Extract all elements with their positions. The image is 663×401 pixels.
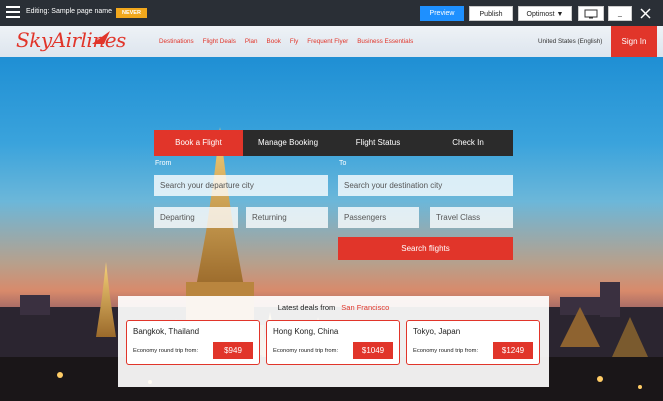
- deal-price[interactable]: $1049: [353, 342, 393, 359]
- nav-flight-deals[interactable]: Flight Deals: [203, 38, 236, 45]
- deal-card-tokyo[interactable]: Tokyo, Japan Economy round trip from: $1…: [406, 320, 540, 365]
- tab-manage-booking[interactable]: Manage Booking: [243, 130, 333, 156]
- nav-frequent-flyer[interactable]: Frequent Flyer: [307, 38, 348, 45]
- hamburger-icon[interactable]: [6, 6, 20, 18]
- editing-page-label: Editing: Sample page name: [26, 8, 112, 15]
- site-header: SkyAirlines Destinations Flight Deals Pl…: [0, 26, 663, 57]
- deals-origin-city[interactable]: San Francisco: [341, 303, 389, 312]
- nav-destinations[interactable]: Destinations: [159, 38, 194, 45]
- tab-book-a-flight[interactable]: Book a Flight: [154, 130, 243, 156]
- nav-fly[interactable]: Fly: [290, 38, 298, 45]
- deals-title-label: Latest deals from: [277, 303, 336, 312]
- deal-fare-label: Economy round trip from:: [273, 348, 339, 354]
- deal-fare-label: Economy round trip from:: [133, 348, 199, 354]
- publish-button[interactable]: Publish: [469, 6, 513, 21]
- travel-class-select[interactable]: Travel Class: [430, 207, 513, 228]
- deal-destination: Bangkok, Thailand: [133, 327, 200, 336]
- status-badge: NEVER: [116, 8, 147, 18]
- returning-date-input[interactable]: Returning: [246, 207, 328, 228]
- deal-price[interactable]: $1249: [493, 342, 533, 359]
- deal-price[interactable]: $949: [213, 342, 253, 359]
- booking-tabs: Book a Flight Manage Booking Flight Stat…: [154, 130, 513, 156]
- deals-title: Latest deals from San Francisco: [118, 303, 549, 312]
- optimost-dropdown[interactable]: Optimost ▼: [518, 6, 572, 21]
- departing-date-input[interactable]: Departing: [154, 207, 238, 228]
- main-nav: Destinations Flight Deals Plan Book Fly …: [159, 38, 422, 45]
- close-icon: [640, 8, 651, 19]
- editor-toolbar: Editing: Sample page name NEVER Preview …: [0, 0, 663, 26]
- deal-card-bangkok[interactable]: Bangkok, Thailand Economy round trip fro…: [126, 320, 260, 365]
- from-label: From: [155, 160, 172, 167]
- nav-business-essentials[interactable]: Business Essentials: [357, 38, 413, 45]
- tab-check-in[interactable]: Check In: [423, 130, 513, 156]
- deal-fare-label: Economy round trip from:: [413, 348, 479, 354]
- deal-card-hong-kong[interactable]: Hong Kong, China Economy round trip from…: [266, 320, 400, 365]
- locale-selector[interactable]: United States (English): [538, 38, 602, 45]
- latest-deals-panel: Latest deals from San Francisco Bangkok, …: [118, 296, 549, 387]
- close-button[interactable]: [638, 6, 653, 21]
- tab-flight-status[interactable]: Flight Status: [333, 130, 423, 156]
- monitor-icon: [584, 9, 598, 18]
- destination-city-input[interactable]: Search your destination city: [338, 175, 513, 196]
- deal-destination: Tokyo, Japan: [413, 327, 461, 336]
- preview-button[interactable]: Preview: [420, 6, 464, 21]
- sign-in-button[interactable]: Sign In: [611, 26, 657, 57]
- monitor-button[interactable]: [578, 6, 604, 21]
- departure-city-input[interactable]: Search your departure city: [154, 175, 328, 196]
- passengers-select[interactable]: Passengers: [338, 207, 419, 228]
- nav-plan[interactable]: Plan: [245, 38, 258, 45]
- to-label: To: [339, 160, 347, 167]
- plane-icon: [92, 31, 110, 44]
- deal-destination: Hong Kong, China: [273, 327, 339, 336]
- minimize-button[interactable]: _: [608, 6, 632, 21]
- nav-book[interactable]: Book: [267, 38, 281, 45]
- search-flights-button[interactable]: Search flights: [338, 237, 513, 260]
